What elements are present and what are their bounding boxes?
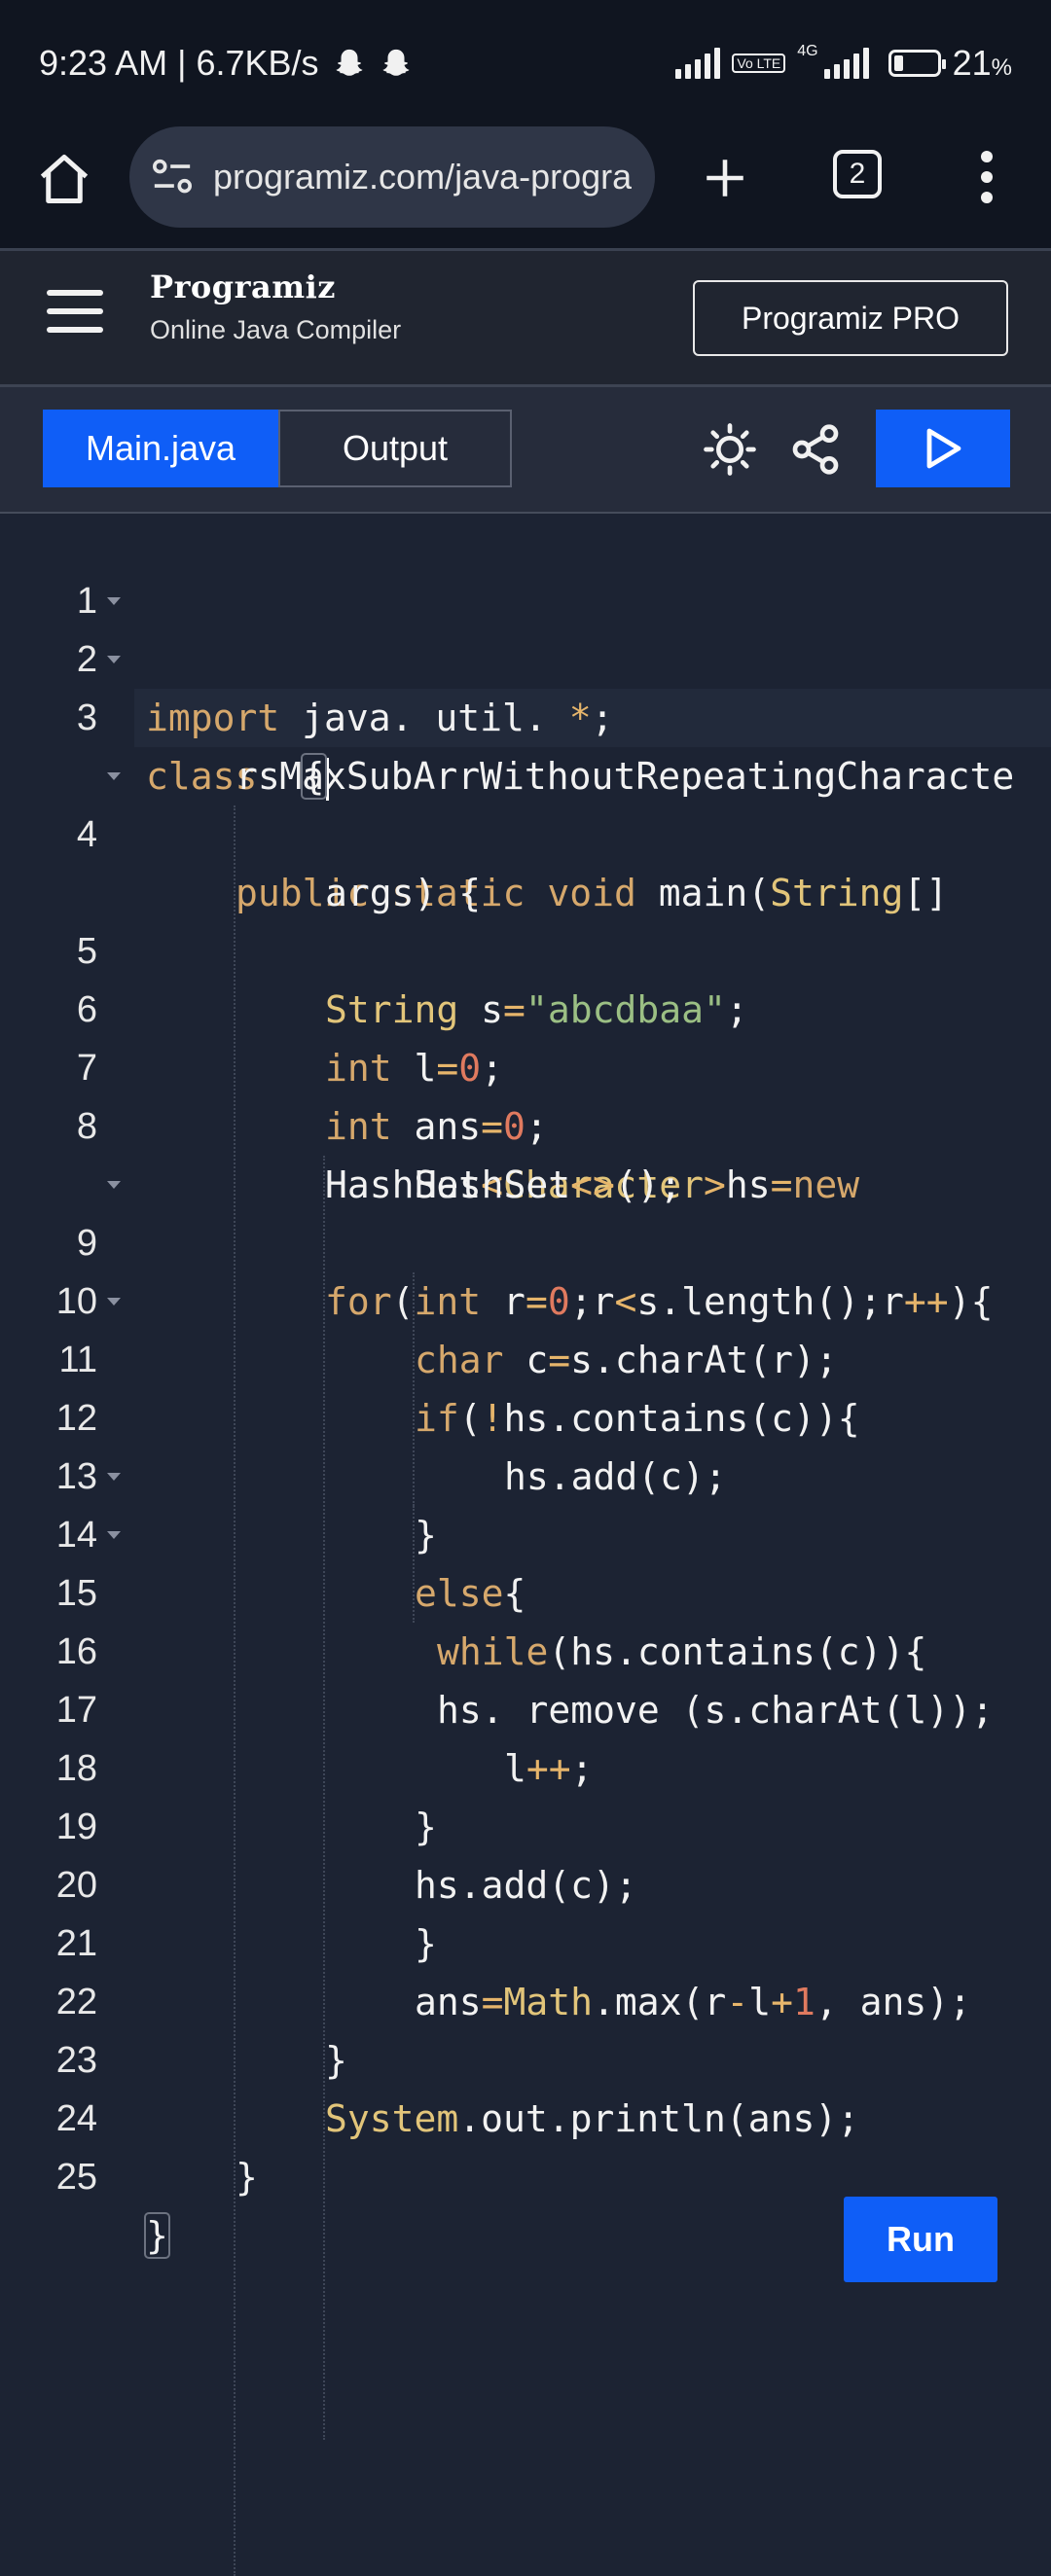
code-line: 17 l++; bbox=[55, 1690, 594, 1790]
code-line: 13 } bbox=[55, 1456, 437, 1556]
fold-arrow-icon[interactable] bbox=[107, 772, 121, 780]
fold-arrow-icon[interactable] bbox=[107, 1298, 121, 1306]
plus-icon[interactable] bbox=[701, 154, 749, 202]
code-line: 10 char c=s.charAt(r); bbox=[55, 1281, 838, 1381]
programiz-pro-button[interactable]: Programiz PRO bbox=[693, 280, 1008, 356]
tune-icon[interactable] bbox=[151, 158, 194, 197]
snapchat-icon bbox=[382, 49, 409, 76]
code-line: 16 hs. remove (s.charAt(l)); bbox=[55, 1631, 994, 1732]
code-line: 15 while(hs.contains(c)){ bbox=[0, 1506, 1051, 1673]
signal-strength-icon bbox=[675, 48, 721, 79]
code-line: 6 int l=0; bbox=[76, 989, 504, 1090]
code-line-wrap: args) { bbox=[325, 872, 482, 914]
more-vert-icon[interactable] bbox=[977, 146, 997, 214]
share-icon[interactable] bbox=[788, 422, 843, 477]
code-line: 11 if(!hs.contains(c)){ bbox=[0, 1272, 1051, 1440]
tab-output[interactable]: Output bbox=[278, 410, 512, 487]
fold-arrow-icon[interactable] bbox=[107, 597, 121, 605]
network-type: 4G bbox=[797, 43, 818, 59]
code-editor[interactable]: 1 2 import java. util. *; 3 class MaxSub… bbox=[0, 514, 1051, 2576]
volte-icon: Vo LTE bbox=[732, 54, 786, 73]
status-bar: 9:23 AM | 6.7KB/s Vo LTE 4G 21% bbox=[0, 0, 1051, 126]
code-line-wrap: rs { bbox=[0, 689, 1051, 801]
code-line: 21 ans=Math.max(r-l+1, ans); bbox=[55, 1923, 972, 2023]
fold-arrow-icon[interactable] bbox=[107, 1473, 121, 1481]
fold-arrow-icon[interactable] bbox=[107, 1181, 121, 1189]
code-line: 7 int ans=0; bbox=[76, 1048, 548, 1148]
battery-percent: 21% bbox=[952, 43, 1012, 83]
code-line: 5 String s="abcdbaa"; bbox=[76, 931, 748, 1031]
code-line: 22 } bbox=[55, 1982, 347, 2082]
battery-icon bbox=[888, 50, 946, 77]
editor-toolbar: Main.java Output bbox=[0, 387, 1051, 514]
home-icon[interactable] bbox=[35, 150, 93, 208]
code-line: 9 for(int r=0;r<s.length();r++){ bbox=[0, 1156, 1051, 1323]
code-line: 25 } bbox=[55, 2157, 170, 2259]
browser-toolbar: programiz.com/java-progra 2 bbox=[0, 126, 1051, 251]
snapchat-icon bbox=[336, 49, 362, 76]
fold-arrow-icon[interactable] bbox=[107, 1531, 121, 1539]
code-line: 20 } bbox=[55, 1865, 437, 1965]
code-line: 2 import java. util. *; bbox=[0, 572, 1051, 739]
code-line: 23 System.out.println(ans); bbox=[55, 2040, 860, 2140]
page-subtitle: Online Java Compiler bbox=[150, 315, 402, 344]
code-line-wrap: HashSet<>(); bbox=[415, 1163, 682, 1206]
code-line: 24 } bbox=[55, 2098, 258, 2199]
run-button[interactable]: Run bbox=[844, 2197, 997, 2282]
code-line: 1 bbox=[76, 581, 97, 622]
code-line: 19 hs.add(c); bbox=[55, 1807, 637, 1907]
code-line: 12 hs.add(c); bbox=[55, 1398, 727, 1498]
brand[interactable]: Programiz Online Java Compiler bbox=[150, 268, 401, 345]
run-button-top[interactable] bbox=[876, 410, 1010, 487]
address-bar[interactable]: programiz.com/java-progra bbox=[129, 126, 655, 228]
code-line: 14 else{ bbox=[0, 1448, 1051, 1615]
code-line: 3 class MaxSubArrWithoutRepeatingCharact… bbox=[0, 630, 1051, 798]
signal-strength-icon bbox=[823, 48, 869, 79]
site-header: Programiz Online Java Compiler Programiz… bbox=[0, 251, 1051, 387]
code-line: 4 public static void main(String[] bbox=[0, 747, 1051, 914]
programiz-logo: Programiz bbox=[150, 268, 336, 305]
hamburger-menu-icon[interactable] bbox=[47, 290, 103, 335]
url-text: programiz.com/java-progra bbox=[213, 157, 633, 197]
sun-icon[interactable] bbox=[703, 422, 757, 477]
fold-arrow-icon[interactable] bbox=[107, 656, 121, 663]
tab-main-java[interactable]: Main.java bbox=[43, 410, 278, 487]
code-line: 8 HashSet<Character>hs=new bbox=[76, 1106, 860, 1206]
time-and-speed: 9:23 AM | 6.7KB/s bbox=[39, 43, 319, 83]
code-line: 18 } bbox=[55, 1748, 437, 1848]
play-icon bbox=[926, 428, 961, 469]
tabs-icon[interactable]: 2 bbox=[833, 150, 882, 198]
